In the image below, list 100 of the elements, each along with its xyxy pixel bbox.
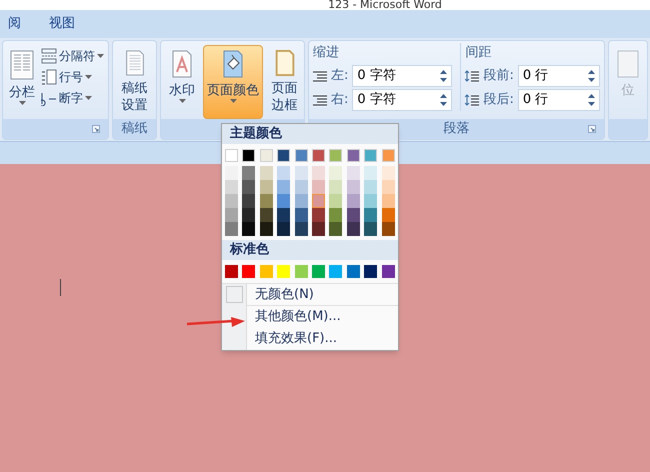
color-swatch[interactable]	[260, 208, 273, 222]
manuscript-button[interactable]: 稿纸设置	[117, 45, 152, 119]
color-swatch[interactable]	[294, 208, 308, 222]
color-swatch[interactable]	[329, 208, 342, 222]
color-swatch[interactable]	[329, 222, 342, 236]
line-numbers-icon	[41, 69, 57, 85]
color-swatch[interactable]	[277, 194, 290, 208]
color-swatch[interactable]	[364, 194, 378, 208]
ribbon-tab[interactable]: 阅	[0, 12, 29, 36]
color-swatch[interactable]	[312, 180, 325, 194]
color-swatch[interactable]	[242, 194, 256, 208]
spin-arrows-icon	[440, 94, 448, 106]
group-label: 稿纸	[122, 120, 148, 138]
color-swatch[interactable]	[225, 265, 238, 278]
spin-field[interactable]: 0 字符	[352, 89, 452, 111]
caret-icon	[97, 54, 104, 58]
section-label: 缩进	[313, 44, 340, 62]
color-swatch[interactable]	[242, 265, 256, 278]
color-swatch[interactable]	[294, 265, 308, 278]
color-swatch[interactable]	[242, 180, 256, 194]
color-swatch[interactable]	[346, 149, 360, 162]
color-swatch[interactable]	[346, 180, 360, 194]
page-border-icon	[274, 50, 296, 76]
color-swatch[interactable]	[294, 180, 308, 194]
color-swatch[interactable]	[260, 265, 273, 278]
menu-item[interactable]: 其他颜色(M)...	[247, 307, 341, 327]
color-swatch[interactable]	[364, 208, 378, 222]
color-swatch[interactable]	[312, 222, 325, 236]
color-swatch[interactable]	[242, 208, 256, 222]
color-swatch[interactable]	[382, 222, 395, 236]
color-swatch[interactable]	[312, 265, 325, 278]
color-swatch[interactable]	[294, 194, 308, 208]
color-swatch[interactable]	[277, 166, 290, 180]
color-swatch[interactable]	[312, 149, 325, 162]
ribbon-button[interactable]: 行号	[41, 68, 104, 86]
color-swatch[interactable]	[260, 194, 273, 208]
color-swatch[interactable]	[260, 222, 273, 236]
indent-icon	[313, 70, 327, 82]
color-swatch[interactable]	[382, 208, 395, 222]
color-swatch[interactable]	[225, 208, 238, 222]
page-border-button[interactable]: 页面边框	[267, 45, 302, 119]
color-swatch[interactable]	[346, 222, 360, 236]
ribbon-tab[interactable]: 视图	[41, 12, 83, 36]
color-swatch[interactable]	[312, 166, 325, 180]
color-swatch[interactable]	[329, 194, 342, 208]
color-swatch[interactable]	[364, 265, 378, 278]
color-swatch[interactable]	[294, 222, 308, 236]
color-swatch[interactable]	[364, 222, 378, 236]
color-swatch[interactable]	[260, 180, 273, 194]
color-swatch[interactable]	[225, 222, 238, 236]
color-swatch[interactable]	[312, 208, 325, 222]
color-swatch[interactable]	[277, 222, 290, 236]
color-swatch[interactable]	[277, 265, 290, 278]
color-swatch[interactable]	[225, 166, 238, 180]
color-swatch[interactable]	[346, 208, 360, 222]
color-swatch[interactable]	[312, 194, 325, 208]
columns-button[interactable]: 分栏	[5, 45, 39, 119]
color-swatch[interactable]	[364, 166, 378, 180]
color-swatch[interactable]	[225, 149, 238, 162]
color-swatch[interactable]	[364, 149, 378, 162]
watermark-icon	[171, 50, 193, 78]
color-swatch[interactable]	[346, 194, 360, 208]
color-swatch[interactable]	[364, 180, 378, 194]
caret-icon	[85, 75, 92, 79]
color-swatch[interactable]	[329, 265, 342, 278]
color-swatch[interactable]	[382, 265, 395, 278]
color-swatch[interactable]	[225, 180, 238, 194]
color-swatch[interactable]	[242, 149, 256, 162]
position-icon	[617, 50, 639, 78]
watermark-button[interactable]: 水印	[165, 45, 199, 119]
color-swatch[interactable]	[260, 166, 273, 180]
dialog-launcher-icon	[92, 125, 100, 133]
color-swatch[interactable]	[329, 166, 342, 180]
field-label: 左:	[331, 67, 348, 86]
menu-item[interactable]: 无颜色(N)	[247, 284, 314, 304]
color-swatch[interactable]	[277, 149, 290, 162]
spin-field[interactable]: 0 行	[518, 89, 600, 111]
spin-field[interactable]: 0 字符	[352, 65, 452, 87]
color-swatch[interactable]	[277, 180, 290, 194]
color-swatch[interactable]	[242, 222, 256, 236]
color-swatch[interactable]	[260, 149, 273, 162]
color-swatch[interactable]	[382, 194, 395, 208]
color-swatch[interactable]	[242, 166, 256, 180]
page-color-button[interactable]: 页面颜色	[203, 45, 263, 119]
color-swatch[interactable]	[329, 149, 342, 162]
color-swatch[interactable]	[277, 208, 290, 222]
color-swatch[interactable]	[382, 149, 395, 162]
indent-icon	[313, 94, 327, 106]
color-swatch[interactable]	[294, 166, 308, 180]
color-swatch[interactable]	[346, 166, 360, 180]
color-swatch[interactable]	[329, 180, 342, 194]
color-swatch[interactable]	[382, 180, 395, 194]
ribbon-button[interactable]: 断字	[41, 89, 104, 107]
color-swatch[interactable]	[346, 265, 360, 278]
menu-item[interactable]: 填充效果(F)...	[247, 329, 338, 349]
color-swatch[interactable]	[294, 149, 308, 162]
ribbon-button[interactable]: 分隔符	[41, 47, 104, 65]
color-swatch[interactable]	[382, 166, 395, 180]
color-swatch[interactable]	[225, 194, 238, 208]
spin-field[interactable]: 0 行	[518, 65, 600, 87]
